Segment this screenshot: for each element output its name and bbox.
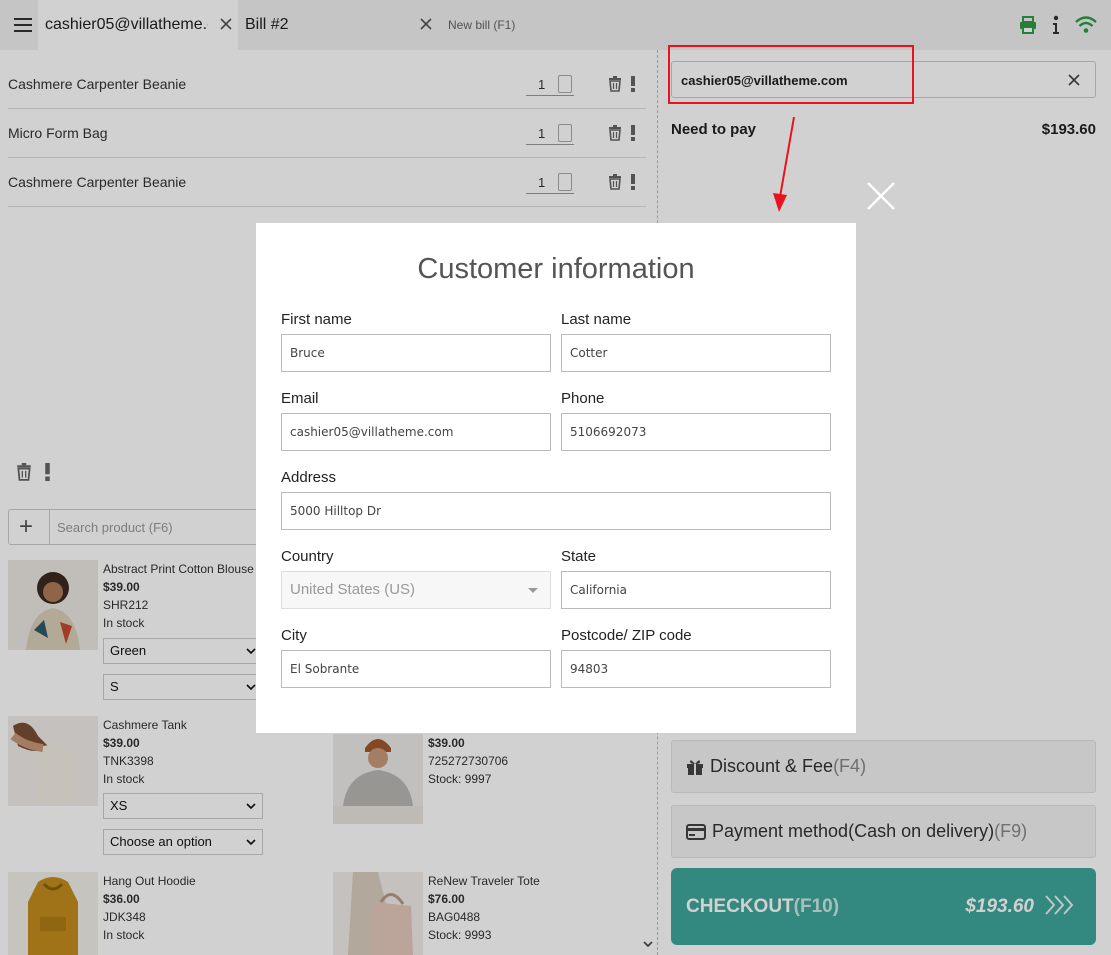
address-field[interactable]: 5000 Hilltop Dr [281, 492, 831, 530]
dropdown-arrow-icon [528, 588, 538, 593]
phone-field[interactable]: 5106692073 [561, 413, 831, 451]
phone-label: Phone [561, 390, 605, 407]
postcode-field[interactable]: 94803 [561, 650, 831, 688]
annotation-highlight-box [668, 45, 914, 104]
first-name-label: First name [281, 311, 352, 328]
country-select[interactable]: United States (US) [281, 571, 551, 609]
state-label: State [561, 548, 597, 565]
city-label: City [281, 627, 307, 644]
close-modal-icon[interactable] [865, 180, 897, 212]
last-name-label: Last name [561, 311, 632, 328]
state-field[interactable]: California [561, 571, 831, 609]
customer-info-modal: Customer information First name Bruce La… [256, 223, 856, 733]
first-name-field[interactable]: Bruce [281, 334, 551, 372]
email-field[interactable]: cashier05@villatheme.com [281, 413, 551, 451]
address-label: Address [281, 469, 337, 486]
annotation-arrow-icon [773, 116, 795, 212]
modal-title: Customer information [417, 253, 695, 285]
last-name-field[interactable]: Cotter [561, 334, 831, 372]
postcode-label: Postcode/ ZIP code [561, 627, 692, 644]
email-label: Email [281, 390, 319, 407]
country-value: United States (US) [290, 581, 416, 598]
city-field[interactable]: El Sobrante [281, 650, 551, 688]
country-label: Country [281, 548, 334, 565]
